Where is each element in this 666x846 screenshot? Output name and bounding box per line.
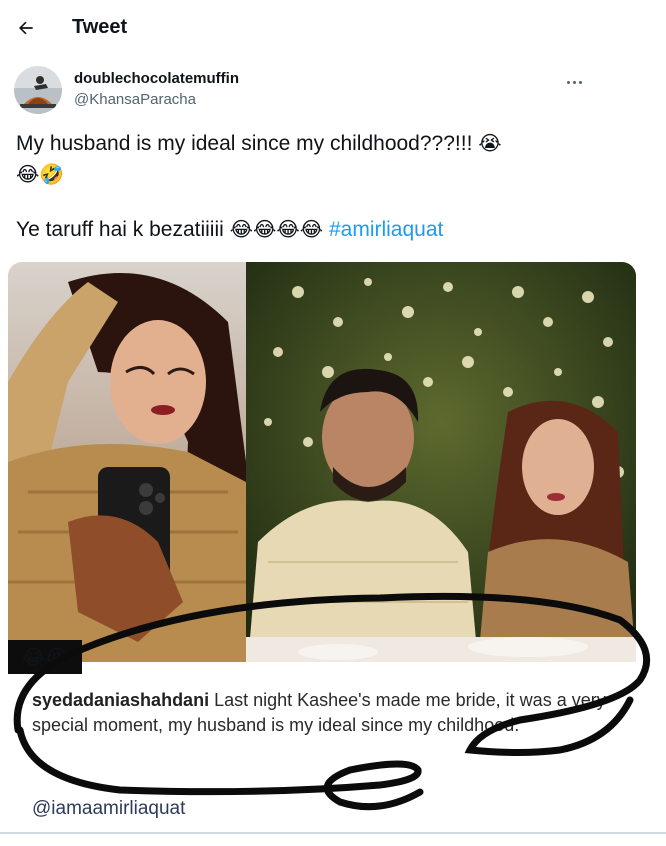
more-horizontal-icon (566, 80, 570, 84)
divider (0, 832, 666, 834)
top-bar: Tweet (0, 0, 600, 56)
overlay-emoji-badge: 😂😭 (8, 640, 82, 674)
hashtag-link[interactable]: #amirliaquat (329, 218, 443, 241)
avatar[interactable] (14, 66, 62, 114)
tweet-author: doublechocolatemuffin @KhansaParacha (14, 64, 594, 116)
caption-username: syedadaniashahdani (32, 690, 210, 710)
author-display-name[interactable]: doublechocolatemuffin (74, 70, 239, 87)
tweet-media-image[interactable] (8, 262, 636, 846)
laughing-emojis-row: 😂😂😂😂 (229, 217, 324, 241)
arrow-left-icon (19, 21, 33, 35)
back-button[interactable] (10, 12, 42, 44)
tweet-text-line-1: My husband is my ideal since my childhoo… (16, 128, 576, 190)
caption-mention: @iamaamirliaquat (32, 798, 186, 819)
laughing-emojis: 😂🤣 (16, 162, 65, 186)
more-options-button[interactable] (558, 68, 590, 96)
tweet-text-line-2: Ye taruff hai k bezatiiiii 😂😂😂😂 #amirlia… (16, 214, 576, 245)
author-handle[interactable]: @KhansaParacha (74, 91, 196, 108)
tweet-text-secondary: Ye taruff hai k bezatiiiii (16, 218, 230, 241)
page-title: Tweet (72, 16, 128, 38)
caption-text: syedadaniashahdani Last night Kashee's m… (32, 688, 612, 738)
tweet-text: My husband is my ideal since my childhoo… (16, 132, 479, 155)
crying-face-emoji: 😭 (478, 131, 502, 155)
